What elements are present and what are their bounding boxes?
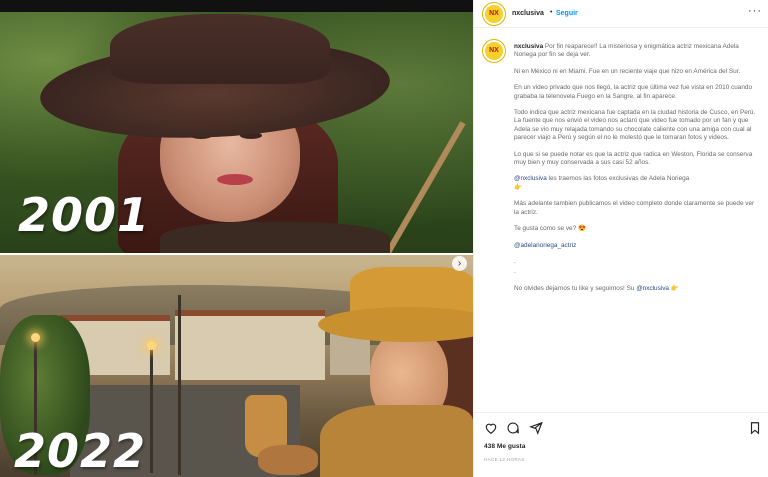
separator: • xyxy=(550,9,553,16)
action-bar xyxy=(474,412,768,435)
building xyxy=(175,310,325,380)
photo-2001: 2001 xyxy=(0,12,473,253)
send-icon[interactable] xyxy=(528,421,543,435)
lamp-post xyxy=(150,343,153,473)
background-stick xyxy=(380,121,466,253)
mention-link[interactable]: @adelanoriega_actriz xyxy=(514,242,576,249)
heart-icon[interactable] xyxy=(484,421,498,435)
post-timestamp: HACE 12 HORAS xyxy=(484,457,525,462)
avatar[interactable]: NX xyxy=(483,3,505,25)
post-caption: nxclusiva Por fin reaparece!! La misteri… xyxy=(514,43,760,301)
caption-text: les traemos las fotos exclusivas de Adel… xyxy=(548,175,690,183)
header-username[interactable]: nxclusiva xyxy=(512,10,544,17)
more-horizontal-icon[interactable]: ··· xyxy=(748,5,762,17)
like-count[interactable]: 438 Me gusta xyxy=(484,443,525,450)
lamp-post xyxy=(178,295,181,475)
next-image-button[interactable]: › xyxy=(452,256,467,271)
post-header: NX nxclusiva • Seguir ··· xyxy=(474,0,768,28)
caption-paragraph: Todo indica que actriz mexicana fue capt… xyxy=(514,109,756,142)
hat-crown-2001 xyxy=(110,14,330,84)
hand xyxy=(258,445,318,475)
coat-2022 xyxy=(320,405,473,477)
caption-text: No olvides dejarnos tu like y seguirnos!… xyxy=(514,284,635,292)
mention-link[interactable]: @nxclusiva xyxy=(514,175,547,182)
lips-2001 xyxy=(217,174,253,185)
year-label-bottom: 2022 xyxy=(14,424,147,477)
heart-eyes-emoji: 😍 xyxy=(577,225,586,233)
caption-username[interactable]: nxclusiva xyxy=(514,43,543,50)
pointing-emoji: 👉 xyxy=(514,183,522,191)
caption-paragraph: En un video privado que nos llegó, la ac… xyxy=(514,84,753,100)
follow-button[interactable]: Seguir xyxy=(556,10,578,17)
caption-avatar[interactable]: NX xyxy=(483,40,505,62)
year-label-top: 2001 xyxy=(18,188,151,242)
caption-paragraph: Ni en México ni en Miami. Fue en un reci… xyxy=(514,67,741,75)
photo-2022: 2022 xyxy=(0,255,473,477)
caption-paragraph: Más adelante tambien publicamos el video… xyxy=(514,200,755,216)
coat-2001 xyxy=(160,222,390,253)
street-lamp xyxy=(31,333,40,342)
caption-text: Por fin reaparece!! La misteriosa y enig… xyxy=(514,43,739,59)
street-lamp xyxy=(147,341,156,350)
bookmark-icon[interactable] xyxy=(748,421,762,435)
caption-dot: . xyxy=(514,257,516,265)
post-media[interactable]: 2001 2022 › xyxy=(0,12,473,477)
comment-icon[interactable] xyxy=(506,421,520,435)
mention-link[interactable]: @nxclusiva xyxy=(636,285,669,292)
pointing-emoji: 👉 xyxy=(670,284,679,292)
top-bar xyxy=(0,0,473,12)
caption-text: Te gusta como se ve? xyxy=(514,225,577,233)
post-sidebar: NX nxclusiva • Seguir ··· NX nxclusiva P… xyxy=(473,0,768,477)
caption-paragraph: Lo que si se puede notar es que la actri… xyxy=(514,150,753,167)
caption-dot: . xyxy=(514,268,516,276)
